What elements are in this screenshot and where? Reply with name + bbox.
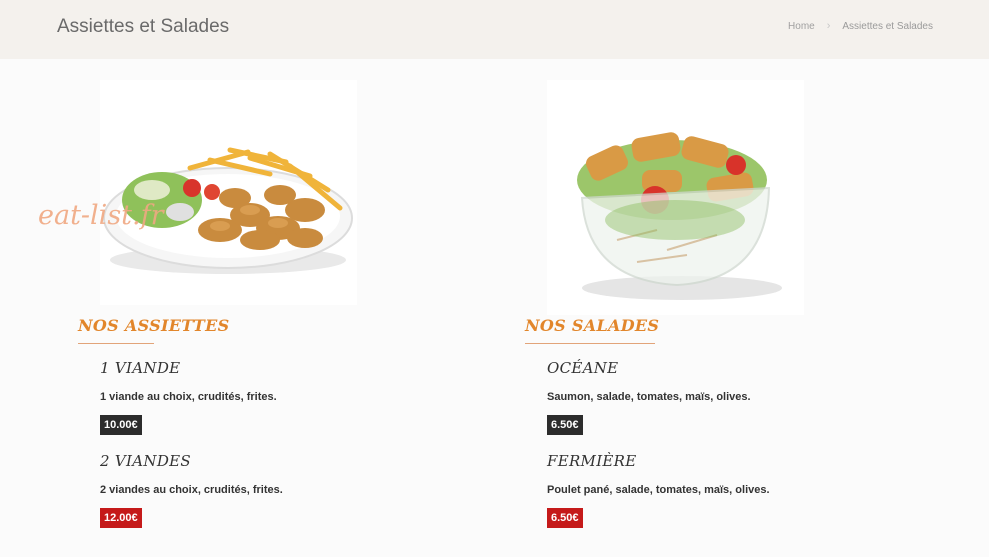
page-title-bar: Assiettes et Salades Home › Assiettes et… — [0, 0, 989, 59]
salad-bowl-image — [547, 80, 804, 315]
chevron-right-icon: › — [826, 20, 831, 32]
menu-item-name: 1 VIANDE — [100, 359, 181, 377]
price-badge[interactable]: 6.50€ — [547, 415, 583, 435]
breadcrumb: Home › Assiettes et Salades — [788, 20, 933, 32]
menu-item: FERMIÈRE Poulet pané, salade, tomates, m… — [547, 452, 770, 528]
price-badge[interactable]: 12.00€ — [100, 508, 142, 528]
price-badge[interactable]: 10.00€ — [100, 415, 142, 435]
breadcrumb-home-link[interactable]: Home — [788, 21, 815, 32]
menu-item-description: 2 viandes au choix, crudités, frites. — [100, 484, 283, 496]
section-divider — [78, 343, 154, 344]
price-badge[interactable]: 6.50€ — [547, 508, 583, 528]
section-heading: NOS ASSIETTES — [78, 316, 230, 335]
menu-item-description: 1 viande au choix, crudités, frites. — [100, 391, 277, 403]
watermark-logo: eat-list.fr — [38, 200, 164, 231]
salades-section: NOS SALADES OCÉANE Saumon, salade, tomat… — [525, 316, 845, 528]
menu-item: OCÉANE Saumon, salade, tomates, maïs, ol… — [547, 359, 751, 435]
menu-item-name: OCÉANE — [547, 359, 619, 377]
salad-bowl-illustration — [577, 132, 782, 300]
section-heading: NOS SALADES — [525, 316, 660, 335]
page-title: Assiettes et Salades — [57, 16, 230, 37]
plate-illustration — [103, 147, 353, 274]
menu-item-name: 2 VIANDES — [100, 452, 191, 470]
menu-item-description: Saumon, salade, tomates, maïs, olives. — [547, 391, 751, 403]
menu-item-name: FERMIÈRE — [547, 452, 637, 470]
section-divider — [525, 343, 655, 344]
menu-item: 1 VIANDE 1 viande au choix, crudités, fr… — [100, 359, 277, 435]
menu-item-description: Poulet pané, salade, tomates, maïs, oliv… — [547, 484, 770, 496]
menu-item: 2 VIANDES 2 viandes au choix, crudités, … — [100, 452, 283, 528]
plate-image — [100, 80, 357, 305]
assiettes-section: NOS ASSIETTES 1 VIANDE 1 viande au choix… — [78, 316, 398, 528]
breadcrumb-current: Assiettes et Salades — [842, 20, 933, 32]
